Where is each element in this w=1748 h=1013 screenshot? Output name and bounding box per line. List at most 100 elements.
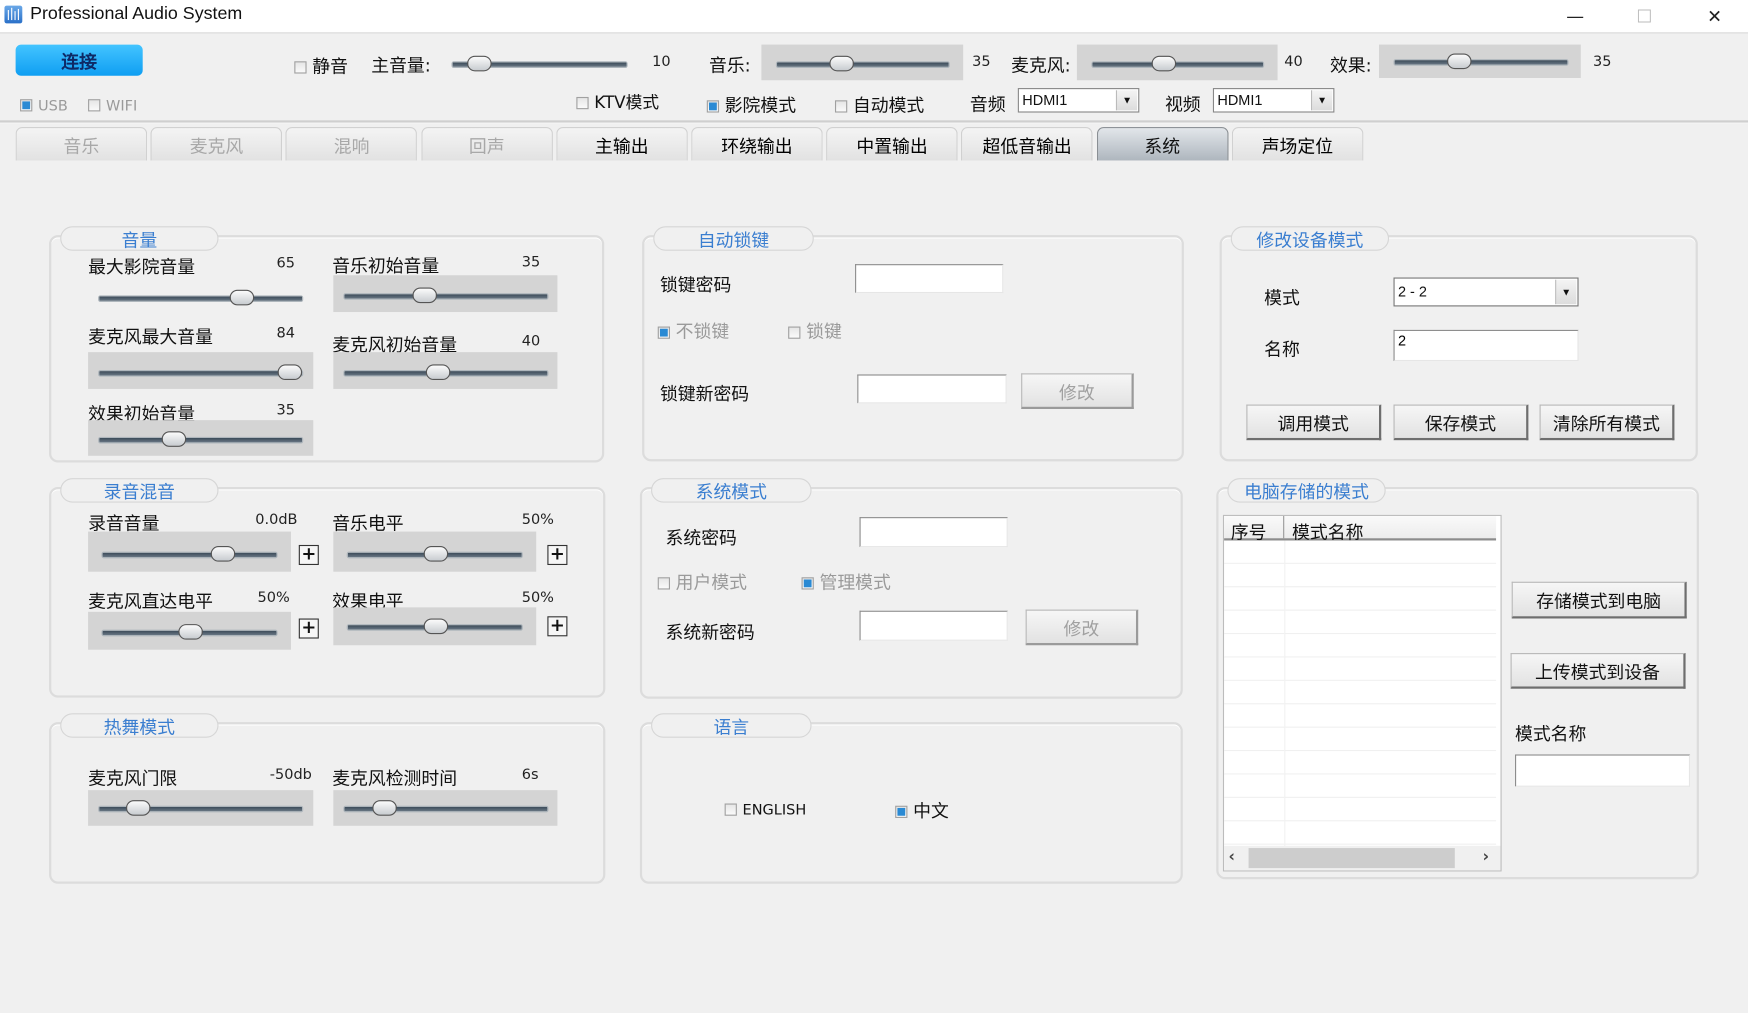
tab-item[interactable]: 音乐	[15, 127, 148, 161]
save-mode-button[interactable]: 保存模式	[1393, 404, 1529, 441]
english-check-box[interactable]	[724, 803, 737, 816]
system-password-input[interactable]	[859, 517, 1008, 548]
tab-item[interactable]: 声场定位	[1231, 127, 1364, 161]
mic-gate-slider[interactable]	[98, 797, 304, 819]
slider-thumb[interactable]	[425, 364, 451, 381]
scroll-right-icon[interactable]: ›	[1483, 848, 1489, 866]
lock-new-password-input[interactable]	[857, 374, 1007, 404]
clear-all-modes-button[interactable]: 清除所有模式	[1539, 404, 1675, 441]
no-lock-checkbox[interactable]: 不锁键	[657, 316, 729, 343]
tab-item[interactable]: 混响	[285, 127, 418, 161]
wifi-check-box[interactable]	[88, 99, 101, 112]
lock-modify-button[interactable]: 修改	[1021, 373, 1134, 409]
effect-init-volume-slider[interactable]	[98, 428, 304, 450]
table-row[interactable]	[1224, 798, 1497, 822]
lock-password-input[interactable]	[855, 264, 1004, 294]
mic-detect-time-slider[interactable]	[343, 797, 549, 819]
lock-checkbox[interactable]: 锁键	[788, 316, 842, 343]
slider-thumb[interactable]	[828, 55, 854, 72]
maximize-button[interactable]: ☐	[1619, 0, 1670, 32]
record-volume-slider[interactable]	[101, 543, 278, 565]
tab-item[interactable]: 回声	[420, 127, 553, 161]
wifi-checkbox[interactable]: WIFI	[88, 94, 137, 115]
scrollbar-thumb[interactable]	[1248, 848, 1455, 869]
pc-mode-name-input[interactable]	[1515, 754, 1691, 787]
table-row[interactable]	[1224, 658, 1497, 681]
table-row[interactable]	[1224, 611, 1497, 635]
music-slider[interactable]	[775, 52, 950, 74]
slider-thumb[interactable]	[162, 431, 187, 447]
mode-select[interactable]: 2 - 2 ▼	[1393, 277, 1579, 307]
effect-level-slider[interactable]	[346, 615, 523, 637]
slider-thumb[interactable]	[412, 287, 438, 304]
ktv-mode-checkbox[interactable]: KTV模式	[576, 90, 659, 113]
upload-mode-to-device-button[interactable]: 上传模式到设备	[1510, 653, 1686, 689]
audio-source-select[interactable]: HDMI1 ▼	[1017, 88, 1140, 113]
tab-item[interactable]: 环绕输出	[691, 127, 823, 161]
video-source-select[interactable]: HDMI1 ▼	[1212, 88, 1335, 113]
chinese-check-box[interactable]	[895, 805, 908, 818]
effect-slider[interactable]	[1393, 50, 1569, 72]
mic-direct-level-slider[interactable]	[101, 621, 278, 643]
slider-thumb[interactable]	[125, 800, 151, 816]
cinema-mode-check-box[interactable]	[706, 100, 720, 113]
table-row[interactable]	[1224, 751, 1497, 775]
auto-mode-check-box[interactable]	[834, 100, 848, 113]
tab-item[interactable]: 主输出	[556, 127, 688, 161]
system-new-password-input[interactable]	[859, 610, 1008, 641]
mute-check-box[interactable]	[294, 61, 307, 74]
chevron-down-icon[interactable]: ▼	[1115, 90, 1138, 111]
usb-check-box[interactable]	[20, 99, 33, 112]
tab-item[interactable]: 系统	[1096, 127, 1229, 161]
pc-modes-table[interactable]: 序号 模式名称 ‹ ›	[1222, 514, 1502, 872]
record-volume-expand-button[interactable]: +	[298, 544, 319, 566]
save-mode-to-pc-button[interactable]: 存储模式到电脑	[1511, 581, 1687, 619]
mic-init-volume-slider[interactable]	[343, 361, 549, 383]
ktv-mode-check-box[interactable]	[576, 96, 589, 110]
mic-slider[interactable]	[1091, 52, 1265, 74]
admin-mode-check-box[interactable]	[801, 577, 814, 590]
lock-check-box[interactable]	[788, 326, 801, 339]
slider-thumb[interactable]	[372, 800, 398, 816]
usb-checkbox[interactable]: USB	[20, 94, 68, 115]
effect-level-expand-button[interactable]: +	[547, 616, 568, 637]
table-row[interactable]	[1224, 681, 1497, 705]
slider-thumb[interactable]	[466, 55, 492, 72]
music-init-volume-slider[interactable]	[343, 284, 549, 306]
table-row[interactable]	[1224, 564, 1497, 588]
slider-thumb[interactable]	[1151, 55, 1177, 72]
horizontal-scrollbar[interactable]: ‹ ›	[1224, 845, 1501, 871]
music-level-expand-button[interactable]: +	[547, 544, 568, 566]
user-mode-check-box[interactable]	[657, 577, 670, 590]
chevron-down-icon[interactable]: ▼	[1311, 90, 1333, 111]
table-row[interactable]	[1224, 587, 1497, 611]
no-lock-check-box[interactable]	[657, 326, 670, 339]
table-row[interactable]	[1224, 540, 1497, 564]
mute-checkbox[interactable]: 静音	[294, 51, 348, 78]
mode-name-input[interactable]	[1393, 329, 1579, 362]
cinema-mode-checkbox[interactable]: 影院模式	[706, 90, 796, 117]
recall-mode-button[interactable]: 调用模式	[1246, 404, 1382, 441]
chevron-down-icon[interactable]: ▼	[1555, 279, 1577, 305]
tab-item[interactable]: 麦克风	[150, 127, 283, 161]
slider-thumb[interactable]	[277, 364, 302, 381]
slider-thumb[interactable]	[423, 618, 449, 635]
admin-mode-checkbox[interactable]: 管理模式	[801, 567, 891, 594]
english-checkbox[interactable]: ENGLISH	[724, 798, 806, 819]
max-cinema-volume-slider[interactable]	[98, 286, 304, 308]
chinese-checkbox[interactable]: 中文	[895, 796, 949, 823]
table-row[interactable]	[1224, 634, 1497, 658]
table-row[interactable]	[1224, 775, 1497, 798]
mic-max-volume-slider[interactable]	[98, 361, 304, 383]
master-volume-slider[interactable]	[451, 52, 628, 74]
scroll-left-icon[interactable]: ‹	[1229, 848, 1235, 866]
minimize-button[interactable]: —	[1550, 0, 1601, 32]
close-button[interactable]: ✕	[1689, 0, 1740, 32]
auto-mode-checkbox[interactable]: 自动模式	[834, 90, 924, 117]
tab-item[interactable]: 超低音输出	[961, 127, 1093, 161]
music-level-slider[interactable]	[346, 543, 523, 565]
table-row[interactable]	[1224, 728, 1497, 752]
table-row[interactable]	[1224, 821, 1497, 845]
slider-thumb[interactable]	[210, 546, 236, 562]
slider-thumb[interactable]	[1446, 53, 1472, 70]
